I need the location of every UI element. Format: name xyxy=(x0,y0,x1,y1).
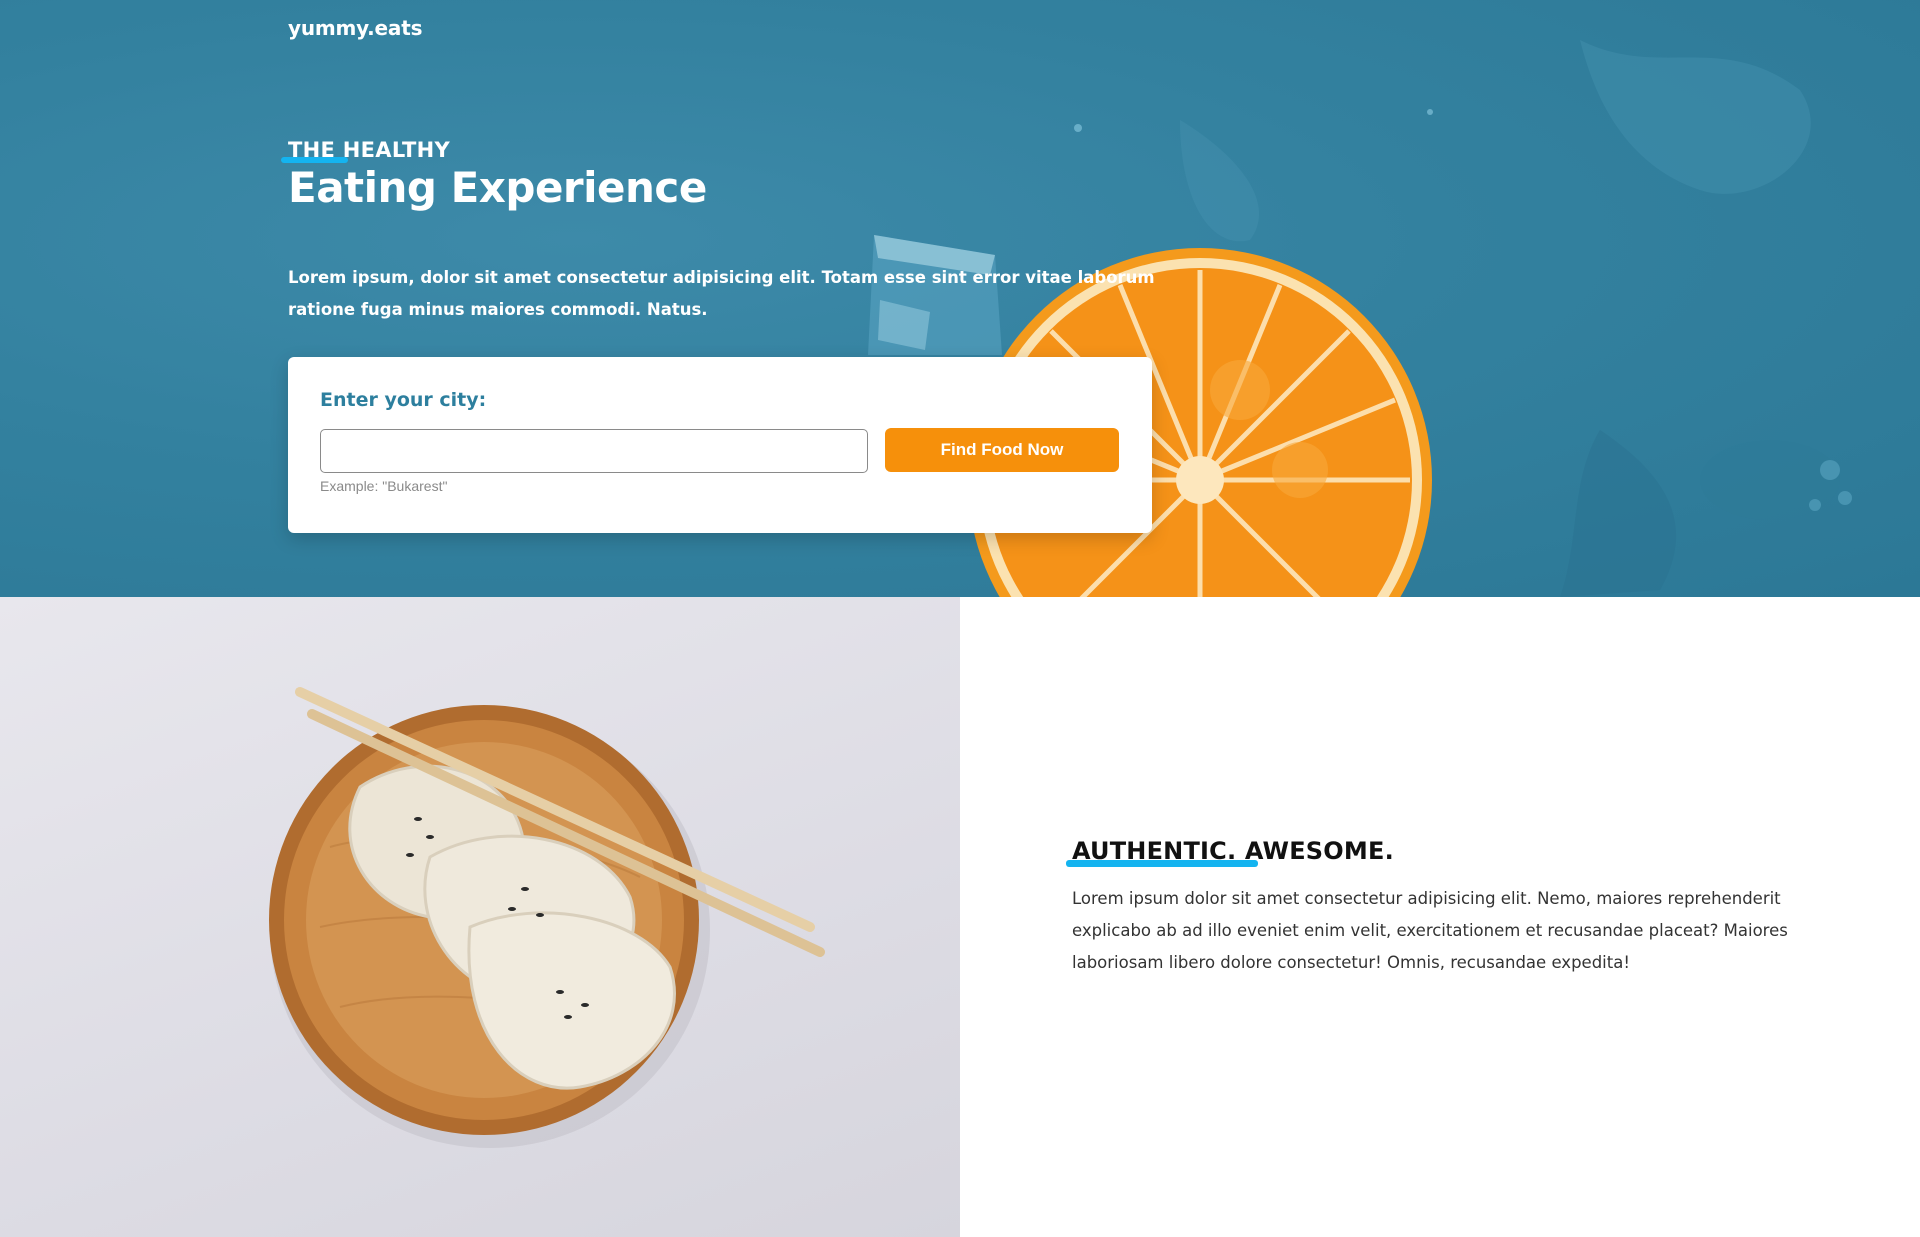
feature-title: AUTHENTIC. AWESOME. xyxy=(1072,837,1394,865)
find-food-button[interactable]: Find Food Now xyxy=(885,428,1119,472)
city-input-hint: Example: "Bukarest" xyxy=(320,478,448,494)
city-input[interactable] xyxy=(320,429,868,473)
hero-section: yummy.eats THE HEALTHY Eating Experience… xyxy=(0,0,1920,597)
hero-intro: Lorem ipsum, dolor sit amet consectetur … xyxy=(288,268,1155,319)
brand-logo[interactable]: yummy.eats xyxy=(288,16,422,40)
hero-eyebrow: THE HEALTHY xyxy=(288,138,451,162)
feature-body: Lorem ipsum dolor sit amet consectetur a… xyxy=(1072,889,1788,972)
dumplings-plate-image xyxy=(269,687,825,1148)
city-label: Enter your city: xyxy=(320,389,487,411)
feature-image-panel xyxy=(0,597,960,1237)
city-search-card: Enter your city: Example: "Bukarest" Fin… xyxy=(288,357,1152,533)
hero-headline: Eating Experience xyxy=(288,163,707,212)
feature-text-panel: AUTHENTIC. AWESOME. Lorem ipsum dolor si… xyxy=(960,597,1920,1237)
